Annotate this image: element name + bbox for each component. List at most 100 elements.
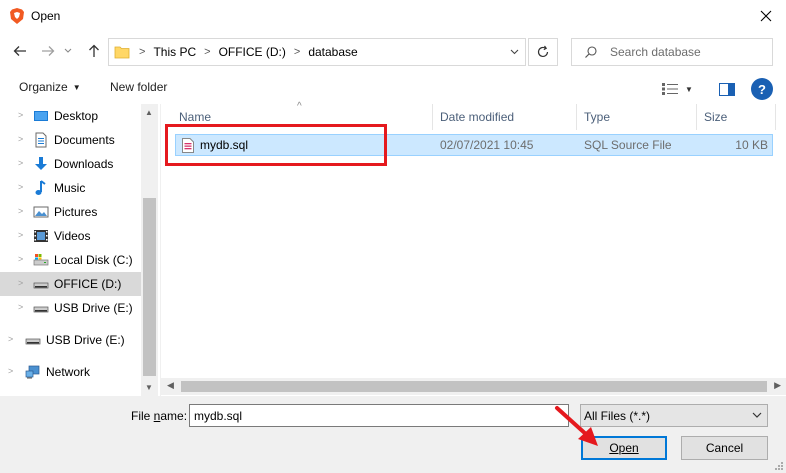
breadcrumb-office-drive[interactable]: OFFICE (D:) (219, 45, 286, 59)
sidebar-item-usb-drive-e[interactable]: > USB Drive (E:) (0, 296, 141, 320)
sidebar-item-pictures[interactable]: > Pictures (0, 200, 141, 224)
chevron-right-icon[interactable]: > (18, 278, 23, 288)
caret-down-icon: ▼ (685, 84, 693, 94)
sidebar-item-usb-drive-e-root[interactable]: > USB Drive (E:) (0, 328, 141, 352)
file-size: 10 KB (735, 138, 768, 152)
up-button[interactable] (82, 38, 106, 64)
column-header-size[interactable]: Size (704, 110, 727, 124)
address-history-button[interactable] (503, 39, 525, 65)
sidebar-item-label: Downloads (54, 157, 114, 171)
file-type: SQL Source File (584, 138, 672, 152)
sidebar-item-office-d[interactable]: > OFFICE (D:) (0, 272, 141, 296)
preview-pane-icon (719, 82, 735, 96)
close-icon (760, 10, 772, 22)
breadcrumb: > This PC > OFFICE (D:) > database (139, 45, 358, 59)
chevron-right-icon[interactable]: > (8, 366, 13, 376)
organize-button[interactable]: Organize ▼ (19, 80, 81, 94)
help-button[interactable]: ? (751, 78, 773, 100)
horizontal-scrollbar[interactable]: ◀ ▶ (161, 378, 786, 395)
cancel-button[interactable]: Cancel (681, 436, 768, 460)
local-disk-icon (33, 254, 49, 266)
navigation-pane: > Desktop > Documents > Downloads > Musi… (0, 104, 158, 396)
scroll-down-icon[interactable]: ▼ (145, 383, 153, 392)
scroll-left-icon[interactable]: ◀ (167, 380, 174, 391)
navigation-bar: > This PC > OFFICE (D:) > database (0, 32, 786, 70)
file-list-pane: ^ Name Date modified Type Size mydb.sql … (160, 101, 786, 396)
resize-grip-icon[interactable] (774, 461, 784, 471)
sidebar-item-label: Documents (54, 133, 115, 147)
back-button[interactable] (8, 38, 32, 64)
videos-icon (34, 230, 48, 242)
column-header-type[interactable]: Type (584, 110, 610, 124)
chevron-right-icon[interactable]: > (18, 302, 23, 312)
close-button[interactable] (746, 0, 786, 32)
sidebar-item-local-disk-c[interactable]: > Local Disk (C:) (0, 248, 141, 272)
refresh-icon (537, 45, 549, 58)
chevron-right-icon[interactable]: > (18, 230, 23, 240)
arrow-left-icon (13, 46, 26, 56)
refresh-button[interactable] (528, 38, 558, 66)
sidebar-scrollbar[interactable]: ▲ ▼ (141, 104, 158, 396)
column-divider[interactable] (696, 104, 697, 130)
downloads-icon (35, 157, 47, 170)
sidebar-item-videos[interactable]: > Videos (0, 224, 141, 248)
column-divider[interactable] (432, 104, 433, 130)
preview-pane-button[interactable] (716, 80, 738, 98)
window-title: Open (31, 9, 61, 23)
sort-ascending-icon: ^ (297, 101, 302, 112)
sidebar-scroll-thumb[interactable] (143, 198, 156, 376)
sidebar-item-network[interactable]: > Network (0, 360, 141, 384)
annotation-arrow-icon (555, 406, 598, 446)
search-box[interactable] (571, 38, 773, 66)
sidebar-item-documents[interactable]: > Documents (0, 128, 141, 152)
address-bar[interactable]: > This PC > OFFICE (D:) > database (108, 38, 526, 66)
change-view-button[interactable]: ▼ (661, 80, 701, 98)
column-header-name[interactable]: Name (179, 110, 211, 124)
chevron-right-icon[interactable]: > (18, 134, 23, 144)
chevron-down-icon (752, 412, 762, 418)
search-icon (585, 46, 597, 58)
search-input[interactable] (610, 42, 768, 62)
desktop-icon (34, 111, 48, 121)
sidebar-item-label: OFFICE (D:) (54, 277, 122, 291)
chevron-right-icon[interactable]: > (18, 158, 23, 168)
organize-label: Organize (19, 80, 68, 94)
sidebar-item-downloads[interactable]: > Downloads (0, 152, 141, 176)
new-folder-button[interactable]: New folder (110, 80, 167, 94)
dialog-footer: File name: All Files (*.*) Open Cancel (0, 396, 786, 473)
chevron-right-icon[interactable]: > (8, 334, 13, 344)
column-divider[interactable] (775, 104, 776, 130)
scroll-up-icon[interactable]: ▲ (145, 108, 153, 117)
annotation-highlight-box (165, 124, 387, 166)
sidebar-item-label: Videos (54, 229, 91, 243)
brave-browser-icon (10, 8, 24, 24)
chevron-right-icon[interactable]: > (18, 182, 23, 192)
chevron-right-icon[interactable]: > (18, 110, 23, 120)
pictures-icon (33, 206, 49, 218)
forward-button[interactable] (36, 38, 60, 64)
recent-locations-button[interactable] (60, 38, 76, 64)
file-date-modified: 02/07/2021 10:45 (440, 138, 534, 152)
breadcrumb-separator-icon: > (204, 46, 211, 58)
sidebar-item-music[interactable]: > Music (0, 176, 141, 200)
usb-drive-icon (33, 306, 49, 313)
title-bar: Open (0, 0, 786, 32)
breadcrumb-database[interactable]: database (308, 45, 357, 59)
column-header-date-modified[interactable]: Date modified (440, 110, 514, 124)
new-folder-label: New folder (110, 80, 168, 94)
chevron-right-icon[interactable]: > (18, 206, 23, 216)
sidebar-item-desktop[interactable]: > Desktop (0, 104, 141, 128)
file-type-select[interactable]: All Files (*.*) (580, 404, 768, 427)
scroll-right-icon[interactable]: ▶ (774, 380, 781, 391)
breadcrumb-this-pc[interactable]: This PC (153, 45, 196, 59)
usb-drive-icon (25, 338, 41, 345)
file-name-label-part: ame: (160, 409, 188, 423)
arrow-up-icon (89, 44, 99, 57)
drive-icon (33, 282, 49, 289)
file-name-input[interactable] (189, 404, 569, 427)
music-icon (35, 180, 46, 195)
horizontal-scroll-thumb[interactable] (181, 381, 767, 392)
column-divider[interactable] (576, 104, 577, 130)
sidebar-item-label: Local Disk (C:) (54, 253, 133, 267)
chevron-right-icon[interactable]: > (18, 254, 23, 264)
